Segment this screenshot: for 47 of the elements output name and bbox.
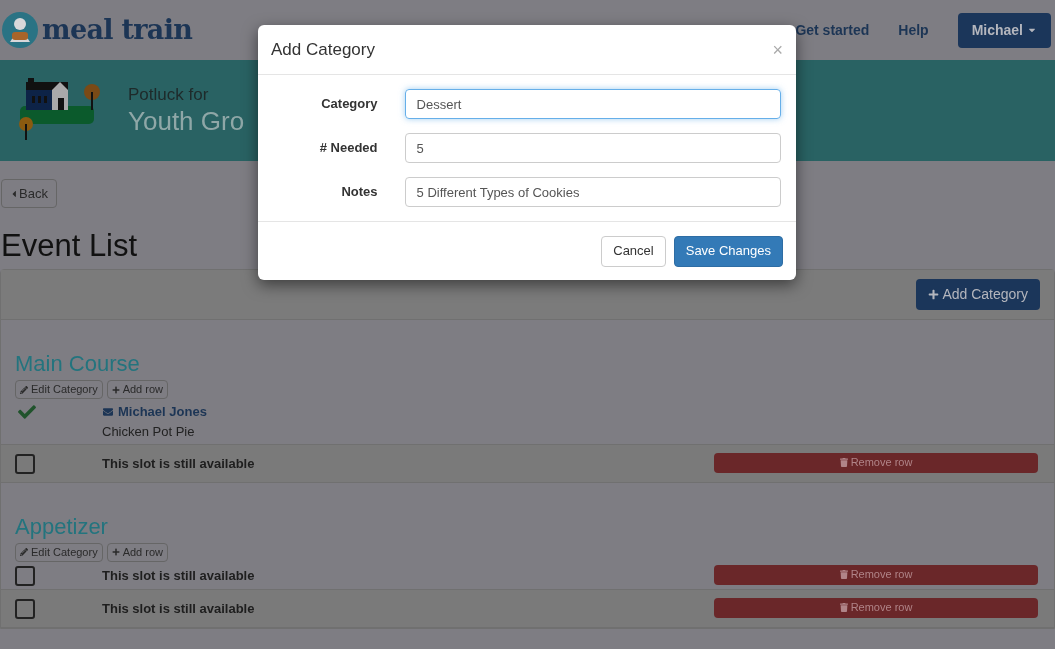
plus-icon: [111, 548, 120, 556]
text-field[interactable]: Dessert: [404, 89, 781, 119]
field-label: # Needed: [318, 139, 378, 158]
nav-link[interactable]: Get started: [795, 19, 870, 41]
user-menu-button[interactable]: Michael: [957, 12, 1051, 48]
add-row-button[interactable]: Add row: [106, 380, 168, 399]
field-label: Notes: [340, 183, 378, 202]
edit-category-button[interactable]: Edit Category: [15, 380, 103, 399]
remove-row-button[interactable]: Remove row: [714, 597, 1038, 618]
text-field[interactable]: 5 Different Types of Cookies: [404, 177, 781, 207]
pencil-icon: [20, 548, 28, 556]
save-changes-button[interactable]: Save Changes: [673, 235, 783, 267]
field-label: Category: [320, 95, 378, 114]
availability-text: This slot is still available: [102, 599, 255, 618]
page-heading: Event List: [1, 227, 138, 265]
back-button[interactable]: Back: [1, 179, 57, 208]
availability-text: This slot is still available: [102, 454, 255, 473]
add-category-button[interactable]: Add Category: [916, 279, 1040, 310]
text-field[interactable]: 5: [404, 133, 781, 163]
logo-icon: [2, 12, 38, 48]
remove-row-button[interactable]: Remove row: [714, 452, 1038, 473]
pencil-icon: [20, 385, 28, 394]
trash-icon: [839, 458, 848, 467]
remove-row-button[interactable]: Remove row: [714, 564, 1038, 585]
category-heading: Appetizer: [14, 512, 109, 541]
slot-checkbox[interactable]: [15, 453, 35, 474]
banner-title: Youth Gro: [128, 104, 245, 137]
trash-icon: [839, 570, 848, 579]
envelope-icon: [102, 406, 114, 417]
dialog-title: Add Category: [271, 38, 375, 61]
category-heading: Main Course: [14, 350, 141, 378]
caret-icon: [10, 188, 18, 199]
plus-icon: [928, 289, 940, 300]
logo-wordmark[interactable]: meal train: [42, 9, 193, 51]
slot-checkbox[interactable]: [15, 565, 35, 586]
edit-category-button[interactable]: Edit Category: [15, 542, 103, 562]
volunteer-link[interactable]: Michael Jones: [102, 402, 207, 422]
banner-subtitle: Potluck for: [128, 84, 210, 105]
add-row-button[interactable]: Add row: [106, 542, 168, 562]
trash-icon: [839, 603, 848, 612]
availability-text: This slot is still available: [102, 566, 255, 585]
nav-link[interactable]: Help: [898, 19, 929, 41]
dish-name: Chicken Pot Pie: [102, 422, 196, 441]
slot-checkbox[interactable]: [15, 598, 35, 619]
cancel-button[interactable]: Cancel: [601, 235, 666, 267]
close-button[interactable]: ×: [772, 40, 783, 59]
plus-icon: [111, 385, 120, 394]
